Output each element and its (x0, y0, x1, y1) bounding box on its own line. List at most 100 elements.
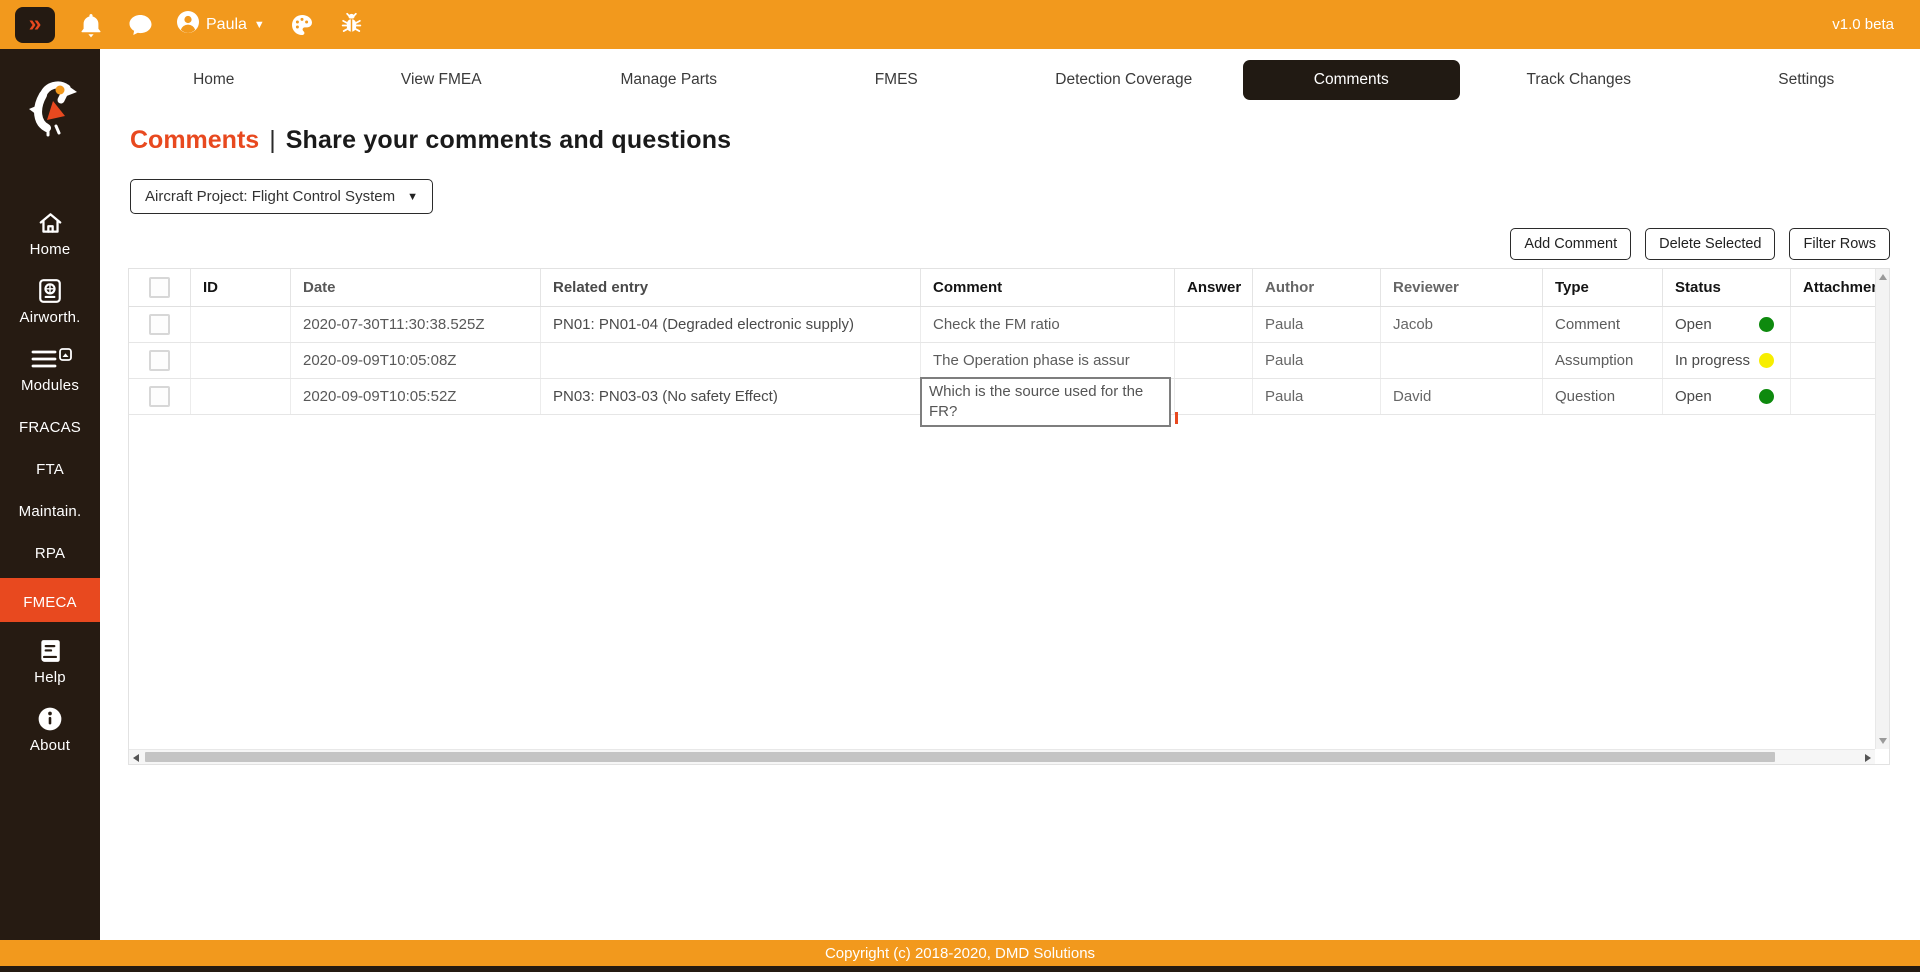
cell-answer (1175, 343, 1253, 378)
sidebar-item[interactable]: FRACAS (0, 404, 100, 446)
scroll-up-icon[interactable] (1879, 274, 1887, 280)
cell-type: Question (1543, 379, 1663, 414)
table-row[interactable]: 2020-09-09T10:05:08Z The Operation phase… (129, 343, 1889, 379)
sidebar-expand-icon: » (29, 7, 42, 39)
cell-comment[interactable]: The Operation phase is assur (933, 352, 1130, 369)
column-header-related-entry: Related entry (541, 269, 921, 306)
user-name: Paula (206, 16, 247, 34)
add-comment-button[interactable]: Add Comment (1510, 228, 1631, 260)
cell-reviewer (1381, 343, 1543, 378)
footer-bottom-strip (0, 966, 1920, 972)
scroll-right-icon[interactable] (1865, 754, 1871, 762)
user-menu[interactable]: Paula ▼ (176, 10, 265, 39)
airworthiness-icon (38, 278, 62, 304)
sidebar-item[interactable]: Modules (0, 336, 100, 404)
cell-status: Open (1675, 388, 1753, 405)
status-dot (1759, 353, 1774, 368)
column-header-reviewer: Reviewer (1381, 269, 1543, 306)
cell-related-entry (541, 343, 921, 378)
footer: Copyright (c) 2018-2020, DMD Solutions (0, 940, 1920, 966)
cell-related-entry: PN03: PN03-03 (No safety Effect) (541, 379, 921, 414)
scroll-down-icon[interactable] (1879, 738, 1887, 744)
row-checkbox[interactable] (149, 350, 170, 371)
cell-comment[interactable]: Which is the source used for the FR? (920, 377, 1171, 427)
table-row[interactable]: 2020-07-30T11:30:38.525Z PN01: PN01-04 (… (129, 307, 1889, 343)
column-header-type: Type (1543, 269, 1663, 306)
about-icon (37, 706, 63, 732)
cell-comment[interactable]: Check the FM ratio (933, 316, 1060, 333)
theme-palette-icon[interactable] (289, 13, 315, 37)
cell-type: Assumption (1543, 343, 1663, 378)
version-label: v1.0 beta (1832, 16, 1894, 33)
project-selector-label: Aircraft Project: Flight Control System (145, 188, 395, 205)
cell-status: In progress (1675, 352, 1753, 369)
chevron-down-icon: ▼ (254, 19, 265, 31)
column-header-id: ID (191, 269, 291, 306)
sidebar-item[interactable]: About (0, 696, 100, 764)
tab-bar: Home View FMEA Manage Parts FMES Detecti… (100, 49, 1920, 110)
project-selector[interactable]: Aircraft Project: Flight Control System … (130, 179, 433, 214)
select-all-checkbox[interactable] (149, 277, 170, 298)
column-header-date: Date (291, 269, 541, 306)
table-body: 2020-07-30T11:30:38.525Z PN01: PN01-04 (… (129, 307, 1889, 415)
table-actions: Add Comment Delete Selected Filter Rows (100, 228, 1890, 260)
column-header-comment: Comment (921, 269, 1175, 306)
sidebar-item[interactable]: Maintain. (0, 488, 100, 530)
sidebar-item[interactable]: Home (0, 200, 100, 268)
title-separator: | (269, 126, 276, 154)
cell-status: Open (1675, 316, 1753, 333)
filter-rows-button[interactable]: Filter Rows (1789, 228, 1890, 260)
app-logo[interactable] (17, 73, 83, 144)
sidebar-item[interactable]: FMECA (0, 578, 100, 622)
sidebar-item[interactable]: Airworth. (0, 268, 100, 336)
tab[interactable]: Track Changes (1470, 60, 1688, 100)
user-avatar-icon (176, 10, 200, 39)
copyright-text: Copyright (c) 2018-2020, DMD Solutions (825, 945, 1095, 962)
sidebar-item[interactable]: FTA (0, 446, 100, 488)
tab[interactable]: FMES (788, 60, 1006, 100)
tab[interactable]: Manage Parts (560, 60, 778, 100)
tab[interactable]: Home (105, 60, 323, 100)
chat-icon[interactable] (127, 13, 154, 37)
main-area: Home View FMEA Manage Parts FMES Detecti… (100, 49, 1920, 940)
sidebar-item[interactable]: RPA (0, 530, 100, 572)
sidebar-expand-button[interactable]: » (15, 7, 55, 43)
cell-date: 2020-09-09T10:05:08Z (291, 343, 541, 378)
table-row[interactable]: 2020-09-09T10:05:52Z PN03: PN03-03 (No s… (129, 379, 1889, 415)
cell-id (191, 343, 291, 378)
select-all-cell (129, 269, 191, 306)
column-header-answer: Answer (1175, 269, 1253, 306)
page-title-accent: Comments (130, 126, 259, 154)
cell-type: Comment (1543, 307, 1663, 342)
tab[interactable]: Comments (1243, 60, 1461, 100)
cell-reviewer: David (1381, 379, 1543, 414)
cell-attachments (1791, 379, 1875, 414)
cell-date: 2020-09-09T10:05:52Z (291, 379, 541, 414)
row-checkbox[interactable] (149, 314, 170, 335)
cell-reviewer: Jacob (1381, 307, 1543, 342)
modules-icon (28, 346, 72, 372)
vertical-scrollbar[interactable] (1875, 269, 1889, 749)
column-header-author: Author (1253, 269, 1381, 306)
cell-attachments (1791, 343, 1875, 378)
sidebar-item[interactable]: Help (0, 628, 100, 696)
tab[interactable]: View FMEA (333, 60, 551, 100)
horizontal-scrollbar[interactable] (129, 749, 1875, 764)
help-icon (38, 638, 62, 664)
chevron-down-icon: ▼ (407, 191, 418, 203)
scrollbar-thumb[interactable] (145, 752, 1775, 762)
cell-date: 2020-07-30T11:30:38.525Z (291, 307, 541, 342)
cell-answer (1175, 307, 1253, 342)
status-dot (1759, 317, 1774, 332)
bug-report-icon[interactable] (339, 12, 364, 37)
row-checkbox[interactable] (149, 386, 170, 407)
delete-selected-button[interactable]: Delete Selected (1645, 228, 1775, 260)
scroll-left-icon[interactable] (133, 754, 139, 762)
cell-author: Paula (1253, 379, 1381, 414)
cell-author: Paula (1253, 343, 1381, 378)
tab[interactable]: Detection Coverage (1015, 60, 1233, 100)
cell-id (191, 379, 291, 414)
notifications-bell-icon[interactable] (79, 12, 103, 38)
cell-related-entry: PN01: PN01-04 (Degraded electronic suppl… (541, 307, 921, 342)
tab[interactable]: Settings (1698, 60, 1916, 100)
